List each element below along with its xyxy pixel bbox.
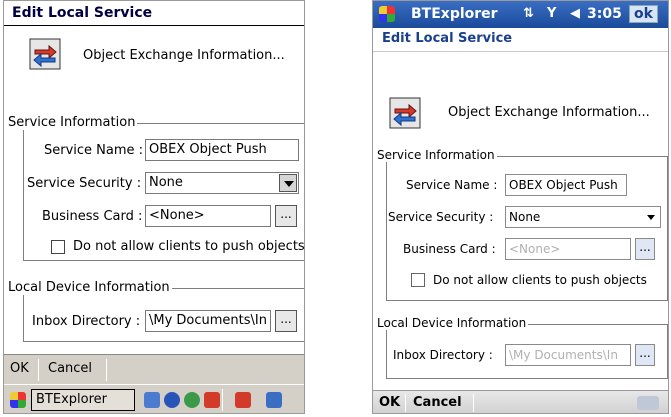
ok-menu-button[interactable]: OK [379, 395, 400, 410]
menu-divider [473, 394, 474, 412]
header-text: Object Exchange Information... [448, 105, 650, 120]
menu-divider [405, 394, 406, 412]
no-push-checkbox-label: Do not allow clients to push objects [433, 273, 647, 287]
group-title: Local Device Information [375, 316, 529, 330]
inbox-directory-input[interactable]: \My Documents\In [145, 310, 271, 332]
menu-bar: OK Cancel [4, 354, 304, 384]
service-name-input[interactable]: OBEX Object Push [505, 174, 627, 196]
battery-icon[interactable] [204, 392, 220, 408]
business-card-label: Business Card : [403, 242, 496, 256]
sync-icon[interactable] [184, 392, 200, 408]
menu-divider [106, 359, 107, 381]
business-card-browse-button[interactable]: ... [275, 205, 297, 227]
taskbar: BTExplorer [4, 384, 304, 413]
page-title: Edit Local Service [4, 1, 304, 26]
obex-exchange-icon [389, 97, 421, 129]
chevron-down-icon[interactable] [647, 215, 655, 220]
status-bar: BTExplorer ⇅ Y ◀ 3:05 ok [373, 1, 668, 28]
ok-button[interactable]: ok [629, 5, 658, 23]
inbox-directory-input[interactable]: \My Documents\In [505, 344, 631, 366]
cancel-menu-button[interactable]: Cancel [48, 361, 92, 376]
inbox-directory-browse-button[interactable]: ... [275, 310, 297, 332]
chevron-down-icon[interactable] [279, 174, 297, 192]
header-text: Object Exchange Information... [83, 48, 285, 63]
wm-device-screen: BTExplorer ⇅ Y ◀ 3:05 ok Edit Local Serv… [372, 0, 669, 414]
inbox-directory-label: Inbox Directory : [393, 348, 493, 362]
service-security-label: Service Security : [27, 176, 142, 191]
business-card-input[interactable]: <None> [145, 205, 271, 227]
taskbar-divider [222, 389, 223, 411]
business-card-browse-button[interactable]: ... [635, 238, 655, 260]
service-security-select[interactable]: None [145, 172, 299, 194]
obex-exchange-icon [29, 38, 61, 70]
service-name-label: Service Name : [406, 178, 498, 192]
windows-start-icon[interactable] [379, 6, 395, 22]
no-push-checkbox[interactable] [411, 273, 425, 287]
service-security-value: None [149, 175, 183, 190]
menu-bar: OK Cancel [373, 390, 668, 413]
no-push-checkbox[interactable] [51, 240, 65, 254]
group-title: Service Information [6, 115, 138, 130]
keyboard-icon[interactable] [637, 396, 659, 410]
taskbar-app-button[interactable]: BTExplorer [31, 389, 135, 411]
network-icon[interactable] [144, 392, 160, 408]
connectivity-icon[interactable]: ⇅ [523, 6, 534, 21]
inbox-directory-label: Inbox Directory : [32, 314, 141, 329]
bluetooth-icon[interactable] [164, 392, 180, 408]
app-title: BTExplorer [411, 6, 498, 22]
edit-icon[interactable] [235, 392, 251, 408]
no-push-checkbox-label: Do not allow clients to push objects [73, 239, 305, 254]
group-title: Service Information [375, 148, 497, 162]
signal-icon[interactable]: Y [547, 6, 556, 21]
input-panel-icon[interactable] [266, 392, 282, 408]
menu-divider [38, 359, 39, 381]
ok-menu-button[interactable]: OK [10, 361, 29, 376]
service-name-input[interactable]: OBEX Object Push [145, 139, 299, 161]
service-security-label: Service Security : [388, 210, 494, 224]
group-title: Local Device Information [6, 280, 172, 295]
inbox-directory-browse-button[interactable]: ... [635, 344, 655, 366]
service-name-label: Service Name : [44, 143, 144, 158]
windows-start-icon[interactable] [10, 392, 26, 408]
service-security-value: None [509, 210, 541, 224]
business-card-input[interactable]: <None> [505, 238, 631, 260]
page-title: Edit Local Service [373, 28, 668, 52]
business-card-label: Business Card : [42, 209, 143, 224]
clock[interactable]: 3:05 [587, 6, 622, 22]
service-security-select[interactable]: None [505, 206, 661, 228]
classic-device-screen: Edit Local Service Object Exchange Infor… [3, 0, 305, 414]
cancel-menu-button[interactable]: Cancel [413, 395, 462, 410]
volume-icon[interactable]: ◀ [570, 6, 580, 21]
